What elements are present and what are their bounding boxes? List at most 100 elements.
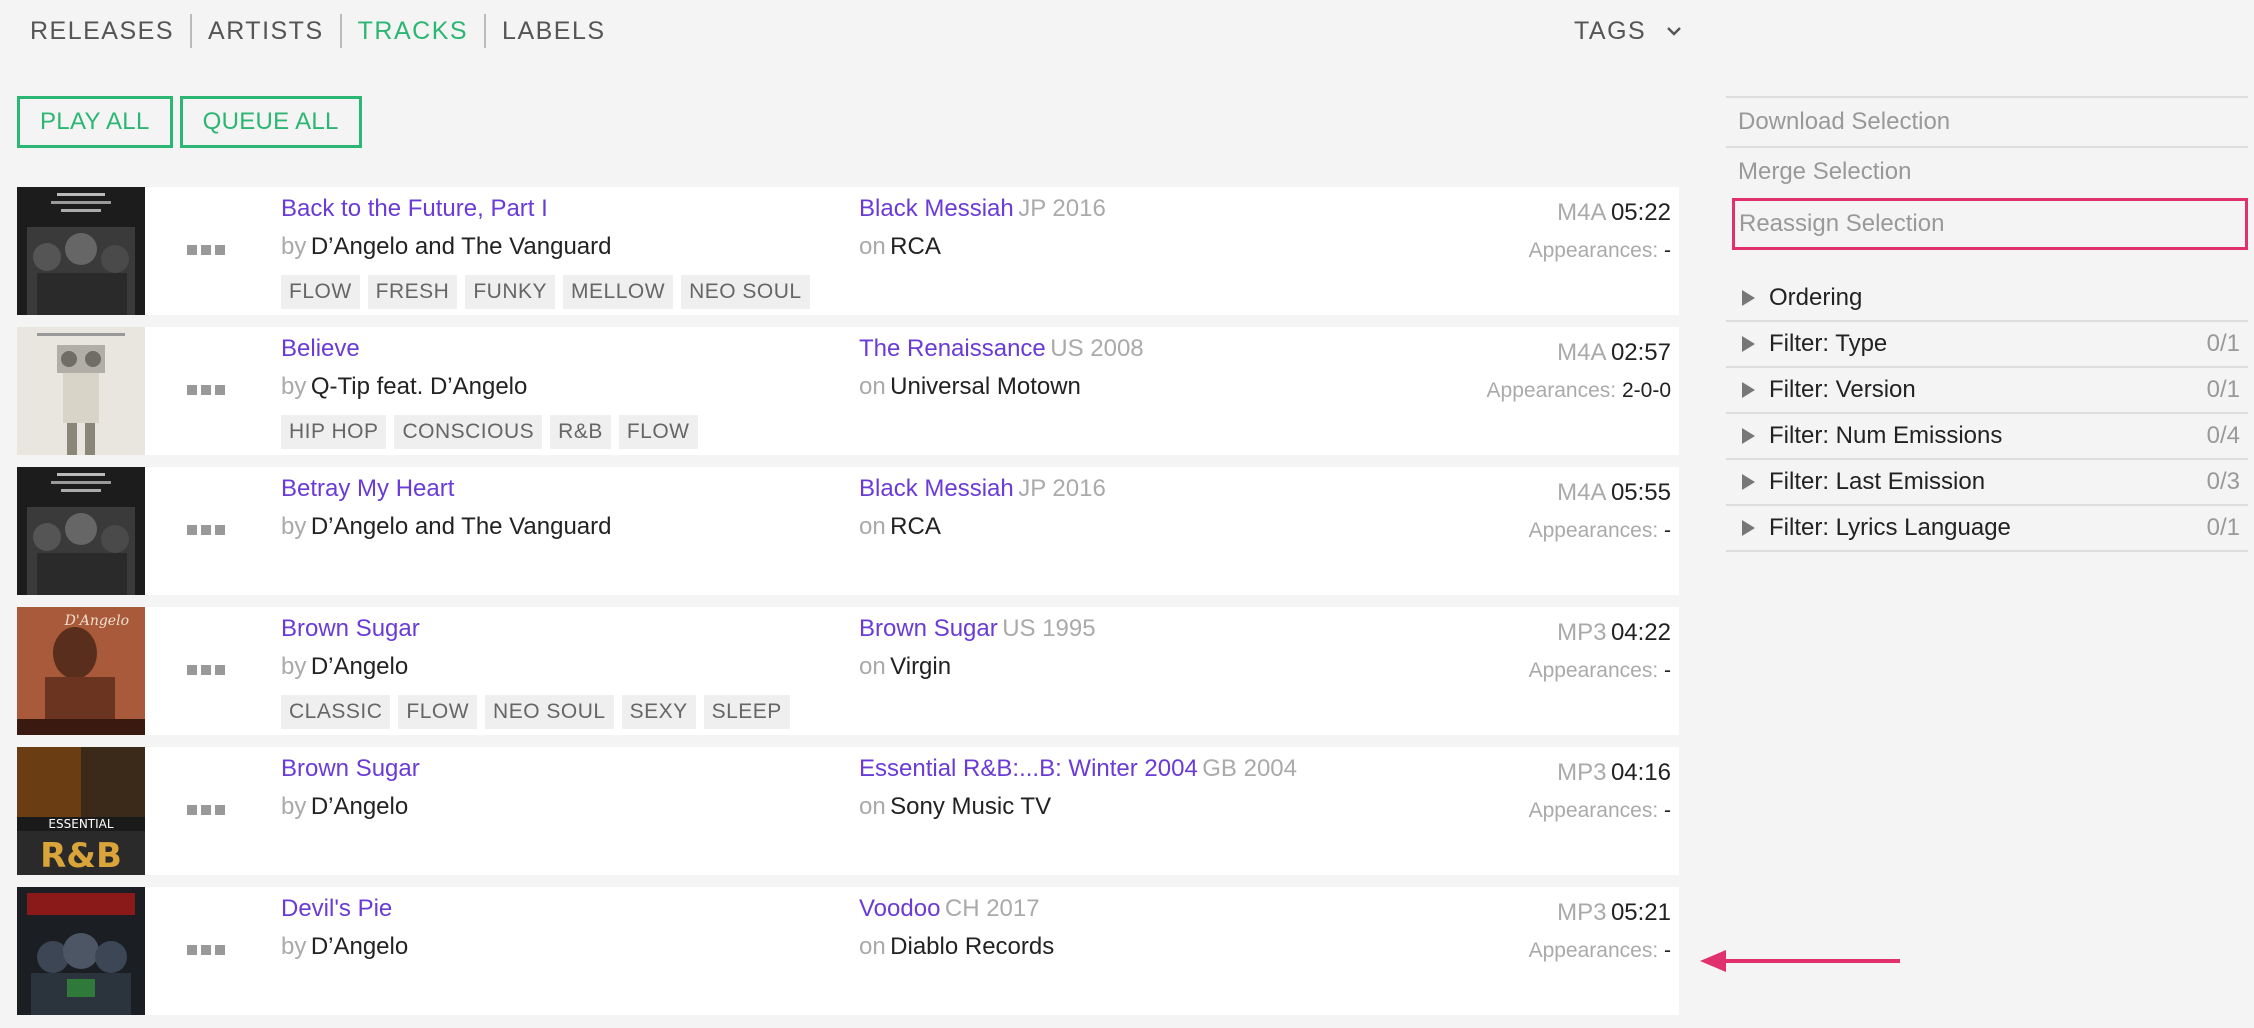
expand-triangle-icon (1742, 382, 1755, 398)
album-column: Essential R&B:...B: Winter 2004 GB 2004 … (859, 755, 1297, 821)
artist-name[interactable]: D’Angelo (311, 933, 408, 960)
more-options-icon[interactable] (187, 665, 227, 677)
tag-chip[interactable]: FRESH (367, 275, 458, 309)
album-link[interactable]: Voodoo (859, 895, 940, 922)
nav-releases[interactable]: RELEASES (30, 14, 190, 48)
tag-chip[interactable]: SLEEP (703, 695, 790, 729)
tag-chip[interactable]: FLOW (398, 695, 478, 729)
tags-dropdown[interactable]: TAGS (1574, 14, 1684, 48)
facet-item[interactable]: Filter: Type 0/1 (1726, 322, 2248, 368)
track-row[interactable]: Betray My Heart by D’Angelo and The Vang… (17, 467, 1679, 595)
track-title-link[interactable]: Devil's Pie (281, 895, 392, 922)
tag-chip[interactable]: HIP HOP (281, 415, 387, 449)
annotation-arrow-icon (1700, 950, 1900, 972)
album-cover[interactable] (17, 467, 145, 595)
track-row[interactable]: Believe by Q-Tip feat. D’Angelo The Rena… (17, 327, 1679, 455)
album-cover[interactable] (17, 327, 145, 455)
nav-tracks[interactable]: TRACKS (339, 14, 484, 48)
track-title-link[interactable]: Brown Sugar (281, 615, 420, 642)
track-title-link[interactable]: Betray My Heart (281, 475, 454, 502)
album-cover[interactable]: D'Angelo (17, 607, 145, 735)
facet-label: Ordering (1769, 284, 1863, 311)
download-selection-button[interactable]: Download Selection (1726, 96, 2248, 146)
file-format: M4A (1557, 339, 1607, 366)
queue-all-button[interactable]: QUEUE ALL (179, 96, 362, 148)
track-row[interactable]: Back to the Future, Part I by D’Angelo a… (17, 187, 1679, 315)
facet-item[interactable]: Filter: Version 0/1 (1726, 368, 2248, 414)
svg-text:R&B: R&B (40, 836, 122, 875)
album-link[interactable]: The Renaissance (859, 335, 1046, 362)
track-title-column: Devil's Pie by D’Angelo (281, 895, 408, 961)
expand-triangle-icon (1742, 474, 1755, 490)
tag-chip[interactable]: CLASSIC (281, 695, 391, 729)
more-options-icon[interactable] (187, 385, 227, 397)
file-format: M4A (1557, 479, 1607, 506)
tag-chip[interactable]: SEXY (621, 695, 696, 729)
file-format: MP3 (1557, 759, 1607, 786)
tag-chip[interactable]: FUNKY (465, 275, 556, 309)
facet-item[interactable]: Filter: Num Emissions 0/4 (1726, 414, 2248, 460)
reassign-selection-button[interactable]: Reassign Selection (1732, 198, 2248, 250)
track-title-link[interactable]: Brown Sugar (281, 755, 420, 782)
artist-name[interactable]: Q-Tip feat. D’Angelo (311, 373, 528, 400)
album-link[interactable]: Black Messiah (859, 475, 1014, 502)
tags-dropdown-label: TAGS (1574, 17, 1647, 45)
tag-chip[interactable]: MELLOW (563, 275, 674, 309)
track-row[interactable]: Devil's Pie by D’Angelo Voodoo CH 2017 o… (17, 887, 1679, 1015)
more-options-icon[interactable] (187, 245, 227, 257)
appearances-value: - (1664, 239, 1671, 262)
record-label[interactable]: Universal Motown (890, 373, 1081, 400)
record-label[interactable]: Sony Music TV (890, 793, 1051, 820)
record-label[interactable]: RCA (890, 513, 941, 540)
nav-labels[interactable]: LABELS (484, 14, 622, 48)
facet-item[interactable]: Ordering (1726, 276, 2248, 322)
track-title-link[interactable]: Back to the Future, Part I (281, 195, 548, 222)
track-meta: MP3 05:21 Appearances: - (1529, 899, 1671, 963)
by-label: by (281, 793, 307, 820)
track-meta: M4A 05:22 Appearances: - (1529, 199, 1671, 263)
facet-item[interactable]: Filter: Last Emission 0/3 (1726, 460, 2248, 506)
record-label[interactable]: Virgin (890, 653, 951, 680)
artist-name[interactable]: D’Angelo and The Vanguard (311, 233, 612, 260)
track-title-link[interactable]: Believe (281, 335, 360, 362)
track-title-column: Believe by Q-Tip feat. D’Angelo (281, 335, 527, 401)
album-cover[interactable]: ESSENTIAL R&B (17, 747, 145, 875)
track-row[interactable]: ESSENTIAL R&B Brown Sugar by D’Angelo Ess… (17, 747, 1679, 875)
artist-name[interactable]: D’Angelo (311, 653, 408, 680)
track-title-column: Brown Sugar by D’Angelo (281, 615, 420, 681)
album-link[interactable]: Brown Sugar (859, 615, 998, 642)
facet-count: 0/1 (2206, 514, 2240, 541)
appearances-value: - (1664, 939, 1671, 962)
record-label[interactable]: Diablo Records (890, 933, 1054, 960)
facet-label: Filter: Version (1769, 376, 1916, 403)
expand-triangle-icon (1742, 290, 1755, 306)
tag-list: CLASSIC FLOW NEO SOUL SEXY SLEEP (281, 695, 790, 729)
tag-chip[interactable]: NEO SOUL (485, 695, 614, 729)
more-options-icon[interactable] (187, 525, 227, 537)
album-column: Black Messiah JP 2016 on RCA (859, 195, 1106, 261)
merge-selection-button[interactable]: Merge Selection (1726, 146, 2248, 196)
more-options-icon[interactable] (187, 805, 227, 817)
tag-chip[interactable]: CONSCIOUS (394, 415, 543, 449)
facet-label: Filter: Type (1769, 330, 1888, 357)
track-row[interactable]: D'Angelo Brown Sugar by D’Angelo Brown S… (17, 607, 1679, 735)
play-all-button[interactable]: PLAY ALL (17, 96, 173, 148)
appearances-value: 2-0-0 (1621, 379, 1671, 402)
tag-chip[interactable]: FLOW (281, 275, 360, 309)
tag-chip[interactable]: NEO SOUL (681, 275, 810, 309)
album-link[interactable]: Essential R&B:...B: Winter 2004 (859, 755, 1198, 782)
facet-list: Ordering Filter: Type 0/1 Filter: Versio… (1726, 276, 2248, 552)
artist-name[interactable]: D’Angelo and The Vanguard (311, 513, 612, 540)
nav-artists[interactable]: ARTISTS (190, 14, 340, 48)
album-link[interactable]: Black Messiah (859, 195, 1014, 222)
chevron-down-icon (1667, 27, 1682, 36)
artist-name[interactable]: D’Angelo (311, 793, 408, 820)
album-cover[interactable] (17, 187, 145, 315)
more-options-icon[interactable] (187, 945, 227, 957)
track-title-column: Brown Sugar by D’Angelo (281, 755, 420, 821)
record-label[interactable]: RCA (890, 233, 941, 260)
album-cover[interactable] (17, 887, 145, 1015)
tag-chip[interactable]: FLOW (618, 415, 698, 449)
tag-chip[interactable]: R&B (550, 415, 611, 449)
facet-item[interactable]: Filter: Lyrics Language 0/1 (1726, 506, 2248, 552)
